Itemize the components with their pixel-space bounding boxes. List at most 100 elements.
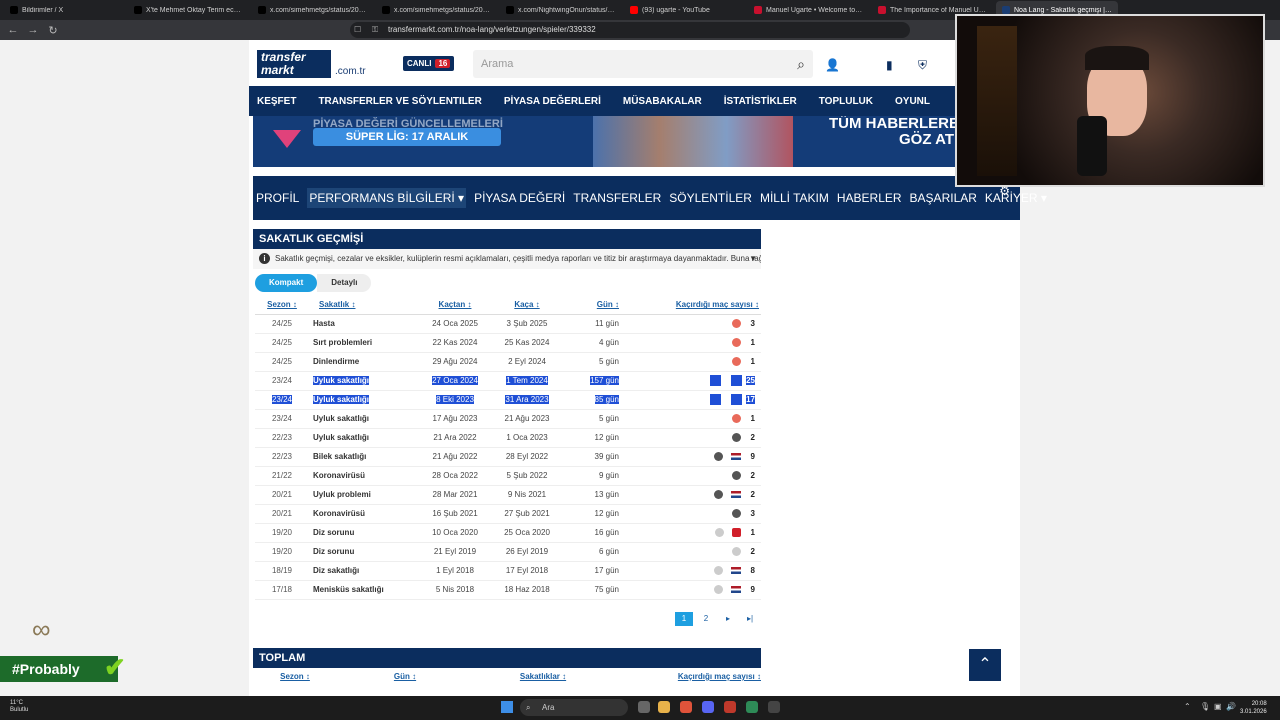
shield-icon[interactable]: ⛨ [918,58,927,73]
browser-tab[interactable]: X'te Mehmet Oktay Terim ece "@biyo [128,1,250,19]
profile-nav-item[interactable]: MİLLİ TAKIM [760,191,829,205]
col-from[interactable]: Kaçtan ↕ [419,296,491,315]
injury-info-note[interactable]: i Sakatlık geçmişi, cezalar ve eksikler,… [253,249,761,269]
info-icon: i [259,253,270,264]
bookmark-icon[interactable]: ▮ [886,58,893,72]
site-domain[interactable]: .com.tr [335,66,366,77]
tab-detailed[interactable]: Detaylı [317,274,372,292]
table-row[interactable]: 21/22 Koronavirüsü 28 Oca 2022 5 Şub 2022 9 … [255,466,761,486]
profile-nav-item[interactable]: PERFORMANS BİLGİLERİ ▾ [307,188,467,208]
tab-compact[interactable]: Kompakt [255,274,318,292]
site-info-icon[interactable]: ⚿ [372,22,378,38]
profile-nav-item[interactable]: KARİYER ▾ [985,191,1047,205]
from-cell: 24 Oca 2025 [432,319,478,328]
games-missed-cell: 1 [750,413,755,423]
windows-start-icon[interactable] [501,701,513,713]
sum-col-days[interactable]: Gün ↕ [335,672,475,681]
volume-icon[interactable]: 🔊 [1226,702,1236,711]
live-button[interactable]: CANLI 16 [403,56,455,71]
forward-icon[interactable]: → [26,24,40,36]
page-button[interactable]: ▸ [719,612,737,626]
back-icon[interactable]: ← [6,24,20,36]
col-injury[interactable]: Sakatlık ↕ [309,296,419,315]
games-missed-cell: 2 [750,546,755,556]
profile-nav-item[interactable]: TRANSFERLER [573,191,661,205]
tab-label: Bildirimler / X [22,6,64,14]
reload-icon[interactable]: ↻ [46,24,60,37]
sum-col-games[interactable]: Kaçırdığı maç sayısı ↕ [611,672,761,681]
table-row[interactable]: 23/24 Uyluk sakatlığı 27 Oca 2024 1 Tem 202… [255,371,761,391]
table-row[interactable]: 19/20 Diz sorunu 21 Eyl 2019 26 Eyl 2019 6 g… [255,542,761,562]
profile-nav-item[interactable]: BAŞARILAR [910,191,977,205]
network-icon[interactable]: ▣ [1214,702,1222,711]
live-count: 16 [435,59,451,68]
browser-tab[interactable]: x.com/simehmetgs/status/2007492 [252,1,374,19]
col-until[interactable]: Kaça ↕ [491,296,563,315]
main-nav-item[interactable]: OYUNL [895,96,930,107]
search-input[interactable]: Arama ⌕ [473,50,813,78]
netherlands-flag-icon [730,453,741,461]
table-row[interactable]: 19/20 Diz sorunu 10 Oca 2020 25 Oca 2020 16 … [255,523,761,543]
sum-col-season[interactable]: Sezon ↕ [255,672,335,681]
app-icon[interactable] [724,701,736,713]
table-row[interactable]: 24/25 Sırt problemleri 22 Kas 2024 25 Kas 2… [255,333,761,353]
profile-nav-item[interactable]: HABERLER [837,191,902,205]
col-season[interactable]: Sezon ↕ [255,296,309,315]
brave-browser-icon[interactable] [680,701,692,713]
page-button[interactable]: 1 [675,612,693,626]
task-view-icon[interactable] [638,701,650,713]
table-row[interactable]: 17/18 Menisküs sakatlığı 5 Nis 2018 18 Haz … [255,580,761,600]
page-button[interactable]: 2 [697,612,715,626]
page-button[interactable]: ▸| [741,612,759,626]
bookmark-icon[interactable]: ☐ [354,22,361,38]
sum-col-injuries[interactable]: Sakatlıklar ↕ [475,672,611,681]
tab-label: Noa Lang - Sakatlık geçmişi | Tr [1014,6,1112,14]
col-games-missed[interactable]: Kaçırdığı maç sayısı ↕ [623,296,761,315]
user-icon[interactable]: 👤 [825,58,840,72]
browser-tab[interactable]: (93) ugarte - YouTube [624,1,746,19]
chevron-down-icon[interactable]: ▼ [749,249,757,269]
browser-tab[interactable]: Bildirimler / X [4,1,126,19]
days-cell: 85 gün [594,395,619,404]
table-row[interactable]: 20/21 Koronavirüsü 16 Şub 2021 27 Şub 2021 1… [255,504,761,524]
browser-tab[interactable]: Manuel Ugarte • Welcome to Galat [748,1,870,19]
until-cell: 28 Eyl 2022 [505,452,549,461]
main-nav-item[interactable]: İSTATİSTİKLER [724,96,797,107]
scroll-to-top-button[interactable]: ⌃ [969,649,1001,681]
clock[interactable]: 20:08 3.01.2026 [1240,700,1267,716]
tab-label: x.com/simehmetgs/status/2007492 [270,6,368,14]
table-row[interactable]: 23/24 Uyluk sakatlığı 17 Ağu 2023 21 Ağu 20… [255,409,761,429]
app-icon-3[interactable] [768,701,780,713]
profile-nav-item[interactable]: PROFİL [256,191,299,205]
file-explorer-icon[interactable] [658,701,670,713]
site-logo[interactable]: transfer markt [257,50,331,78]
main-nav-item[interactable]: MÜSABAKALAR [623,96,702,107]
url-field[interactable]: ☐ ⚿ transfermarkt.com.tr/noa-lang/verlet… [350,22,910,38]
mic-tray-icon[interactable]: 🎙 [1200,702,1210,711]
table-row[interactable]: 20/21 Uyluk problemi 28 Mar 2021 9 Nis 2021… [255,485,761,505]
tray-chevron-icon[interactable]: ⌃ [1184,702,1191,711]
table-row[interactable]: 18/19 Diz sakatlığı 1 Eyl 2018 17 Eyl 2018 1… [255,561,761,581]
table-row[interactable]: 23/24 Uyluk sakatlığı 8 Eki 2023 31 Ara 202… [255,390,761,410]
app-icon-2[interactable] [746,701,758,713]
main-nav-item[interactable]: KEŞFET [257,96,296,107]
profile-nav-item[interactable]: SÖYLENTİLER [669,191,752,205]
profile-nav-item[interactable]: PİYASA DEĞERİ [474,191,565,205]
table-row[interactable]: 22/23 Uyluk sakatlığı 21 Ara 2022 1 Oca 202… [255,428,761,448]
browser-tab[interactable]: x.com/simehmetgs/status/2007492 [376,1,498,19]
taskbar-search[interactable]: ⌕ Ara [520,699,628,716]
table-row[interactable]: 22/23 Bilek sakatlığı 21 Ağu 2022 28 Eyl 20… [255,447,761,467]
tab-favicon-icon [754,6,762,14]
main-nav-item[interactable]: PİYASA DEĞERLERİ [504,96,601,107]
main-nav-item[interactable]: TRANSFERLER VE SÖYLENTILER [318,96,481,107]
col-days[interactable]: Gün ↕ [563,296,623,315]
discord-icon[interactable] [702,701,714,713]
main-nav-item[interactable]: TOPLULUK [819,96,873,107]
table-row[interactable]: 24/25 Dinlendirme 29 Ağu 2024 2 Eyl 2024 5 g… [255,352,761,372]
table-row[interactable]: 24/25 Hasta 24 Oca 2025 3 Şub 2025 11 gün 3 [255,314,761,334]
browser-tab[interactable]: x.com/NightwingOnur/status/2007 [500,1,622,19]
ad-banner[interactable]: PİYASA DEĞERİ GÜNCELLEMELERİ SÜPER LİG: … [253,116,1020,167]
weather-widget[interactable]: 11°C Bulutlu [10,700,28,714]
search-icon[interactable]: ⌕ [797,50,805,78]
club-icon [731,394,743,405]
